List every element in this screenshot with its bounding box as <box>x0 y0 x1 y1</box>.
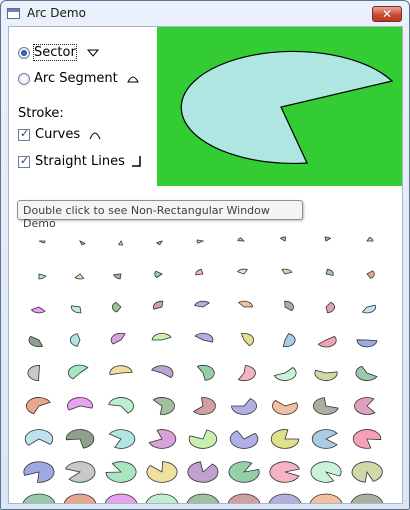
shape-item <box>240 332 255 347</box>
app-window: Arc Demo ✕ Sector Arc Segment Stroke: ✓ … <box>0 0 410 510</box>
shape-item <box>145 493 179 503</box>
shape-item <box>317 335 337 348</box>
shape-item <box>22 493 56 503</box>
tooltip: Double click to see Non-Rectangular Wind… <box>17 200 303 230</box>
shape-item <box>310 461 342 483</box>
shape-item <box>194 332 214 343</box>
shape-item <box>268 493 302 503</box>
shape-item <box>229 430 259 449</box>
shape-item <box>30 306 46 314</box>
shape-item <box>273 367 297 381</box>
shape-item <box>109 365 133 376</box>
title-bar[interactable]: Arc Demo ✕ <box>1 1 409 27</box>
window-title: Arc Demo <box>27 6 86 20</box>
shape-item <box>79 240 86 246</box>
shape-item <box>155 240 163 246</box>
shape-item <box>104 493 138 503</box>
shape-item <box>195 268 204 276</box>
shape-item <box>272 399 298 415</box>
close-icon: ✕ <box>381 7 393 21</box>
shape-item <box>74 273 85 280</box>
shape-item <box>65 461 96 483</box>
shapes-grid[interactable] <box>9 27 403 504</box>
shape-item <box>187 461 219 483</box>
shape-item <box>186 493 220 503</box>
shape-item <box>227 493 261 503</box>
shape-item <box>196 239 205 244</box>
shape-item <box>309 493 343 503</box>
shape-item <box>110 332 126 345</box>
shape-item <box>27 364 41 382</box>
shape-item <box>279 236 287 242</box>
shape-item <box>354 397 376 415</box>
shape-item <box>237 365 256 382</box>
shape-item <box>270 429 300 449</box>
shape-item <box>23 461 55 483</box>
shape-item <box>282 333 296 348</box>
shape-item <box>151 333 172 341</box>
shape-item <box>38 273 47 280</box>
shape-item <box>196 364 215 381</box>
shape-item <box>24 429 54 446</box>
shape-item <box>112 301 122 313</box>
shape-item <box>237 237 246 242</box>
shape-item <box>311 429 338 449</box>
shape-item <box>325 301 336 314</box>
shape-item <box>153 300 164 310</box>
shape-item <box>118 240 124 246</box>
shape-item <box>69 333 81 347</box>
shape-item <box>355 365 378 381</box>
shape-item <box>352 429 382 449</box>
client-area[interactable]: Sector Arc Segment Stroke: Curves St <box>8 26 403 504</box>
shape-item <box>231 398 257 415</box>
shape-item <box>366 270 375 279</box>
shape-item <box>192 397 216 415</box>
shape-item <box>366 236 374 242</box>
window-icon[interactable] <box>7 8 20 19</box>
shape-item <box>313 397 339 415</box>
shape-item <box>151 365 174 379</box>
shape-item <box>284 300 294 312</box>
shape-item <box>108 429 136 449</box>
shape-item <box>314 369 338 381</box>
shape-item <box>194 300 210 308</box>
shape-item <box>38 240 46 244</box>
shape-item <box>113 273 122 280</box>
shape-item <box>148 429 177 449</box>
shape-item <box>105 461 137 483</box>
shape-item <box>325 268 334 277</box>
shape-item <box>356 339 378 348</box>
shape-item <box>324 236 332 242</box>
shape-item <box>26 397 51 415</box>
shape-item <box>281 268 293 275</box>
shape-item <box>361 304 377 314</box>
shape-item <box>269 461 300 483</box>
shape-item <box>67 397 93 411</box>
shape-item <box>108 397 134 414</box>
shape-item <box>351 461 383 483</box>
shape-item <box>188 429 218 449</box>
shape-item <box>28 335 44 348</box>
shape-item <box>228 461 260 483</box>
shape-item <box>67 364 89 380</box>
shape-item <box>63 493 97 503</box>
close-button[interactable]: ✕ <box>372 6 402 22</box>
shape-item <box>154 270 163 278</box>
shape-item <box>350 493 384 503</box>
shape-item <box>70 305 82 314</box>
shape-item <box>152 397 175 415</box>
shape-item <box>237 300 254 308</box>
shape-item <box>146 461 178 483</box>
shape-item <box>236 268 248 275</box>
shape-item <box>65 429 95 449</box>
